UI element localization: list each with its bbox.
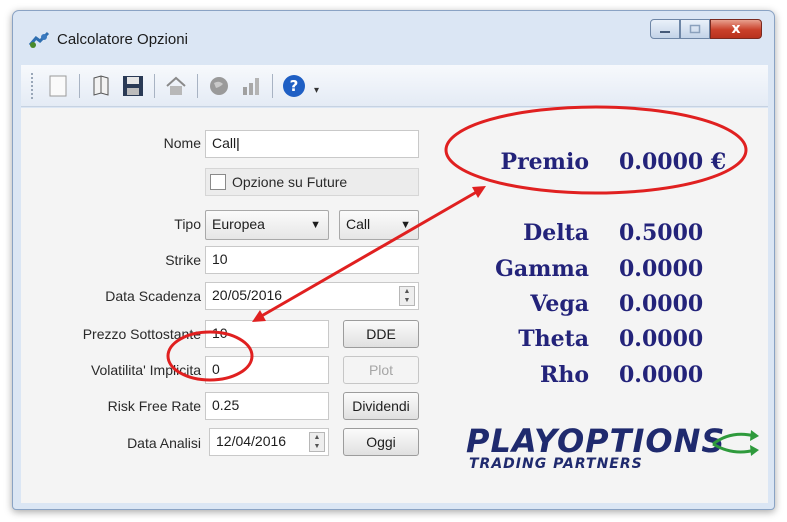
- toolbar-overflow-icon[interactable]: ▾: [314, 85, 319, 96]
- rho-value: 0.0000: [619, 362, 704, 388]
- delta-label: Delta: [523, 220, 589, 246]
- globe-icon[interactable]: [206, 73, 232, 99]
- sottostante-label: Prezzo Sottostante: [82, 326, 201, 342]
- gamma-label: Gamma: [495, 256, 589, 282]
- toolbar-separator: [197, 73, 198, 98]
- close-button[interactable]: x: [710, 19, 762, 39]
- minimize-button[interactable]: [650, 19, 680, 39]
- date-spinner[interactable]: ▲ ▼: [309, 432, 325, 452]
- scadenza-label: Data Scadenza: [105, 288, 201, 304]
- option-type-select[interactable]: Call ▼: [339, 210, 419, 240]
- strike-input[interactable]: 10: [205, 246, 419, 274]
- toolbar-separator: [154, 73, 155, 98]
- app-icon: [28, 31, 50, 48]
- logo-tagline: TRADING PARTNERS: [469, 456, 643, 472]
- new-document-icon[interactable]: [45, 73, 71, 99]
- future-label: Opzione su Future: [232, 174, 348, 190]
- toolbar-separator: [79, 73, 80, 98]
- delta-value: 0.5000: [619, 220, 704, 246]
- nome-label: Nome: [163, 135, 201, 151]
- chart-icon[interactable]: [238, 73, 264, 99]
- analisi-label: Data Analisi: [127, 435, 201, 451]
- maximize-button[interactable]: [680, 19, 710, 39]
- chevron-down-icon: ▼: [400, 219, 411, 231]
- theta-value: 0.0000: [619, 326, 704, 352]
- playoptions-logo: PLAYOPTIONS: [466, 422, 726, 460]
- rho-label: Rho: [540, 362, 589, 388]
- toolbar: ? ▾: [21, 65, 768, 107]
- tipo-select[interactable]: Europea ▼: [205, 210, 329, 240]
- minimize-icon: [660, 31, 670, 33]
- strike-label: Strike: [165, 252, 201, 268]
- vega-value: 0.0000: [619, 291, 704, 317]
- oggi-button[interactable]: Oggi: [343, 428, 419, 456]
- save-icon[interactable]: [120, 73, 146, 99]
- theta-label: Theta: [518, 326, 589, 352]
- premio-value: 0.0000 €: [619, 149, 727, 175]
- toolbar-separator: [272, 73, 273, 98]
- form-area: Nome Call| Opzione su Future Tipo Europe…: [21, 108, 768, 503]
- svg-text:?: ?: [290, 77, 299, 95]
- open-book-icon[interactable]: [88, 73, 114, 99]
- scadenza-datepicker[interactable]: 20/05/2016 ▲ ▼: [205, 282, 419, 310]
- riskfree-input[interactable]: 0.25: [205, 392, 329, 420]
- vega-label: Vega: [530, 291, 589, 317]
- date-spinner[interactable]: ▲ ▼: [399, 286, 415, 306]
- help-icon[interactable]: ?: [281, 73, 307, 99]
- maximize-icon: [689, 24, 701, 34]
- dde-button[interactable]: DDE: [343, 320, 419, 348]
- tipo-label: Tipo: [174, 216, 201, 232]
- home-icon[interactable]: [163, 73, 189, 99]
- analisi-datepicker[interactable]: 12/04/2016 ▲ ▼: [209, 428, 329, 456]
- future-checkbox-row[interactable]: Opzione su Future: [205, 168, 419, 196]
- logo-arrows-icon: [712, 430, 759, 456]
- app-window: Calcolatore Opzioni x ? ▾ Nome Call| Opz…: [12, 10, 775, 510]
- volatilita-input[interactable]: 0: [205, 356, 329, 384]
- nome-input[interactable]: Call|: [205, 130, 419, 158]
- close-icon: x: [731, 21, 741, 37]
- dividendi-button[interactable]: Dividendi: [343, 392, 419, 420]
- chevron-down-icon: ▼: [310, 219, 321, 231]
- riskfree-label: Risk Free Rate: [107, 398, 201, 414]
- sottostante-input[interactable]: 10: [205, 320, 329, 348]
- volatilita-label: Volatilita' Implicita: [90, 362, 201, 378]
- plot-button[interactable]: Plot: [343, 356, 419, 384]
- future-checkbox[interactable]: [210, 174, 226, 190]
- gamma-value: 0.0000: [619, 256, 704, 282]
- title-bar: Calcolatore Opzioni x: [13, 11, 774, 65]
- toolbar-grip[interactable]: [31, 72, 34, 99]
- premio-label: Premio: [500, 149, 589, 175]
- window-title: Calcolatore Opzioni: [57, 31, 188, 48]
